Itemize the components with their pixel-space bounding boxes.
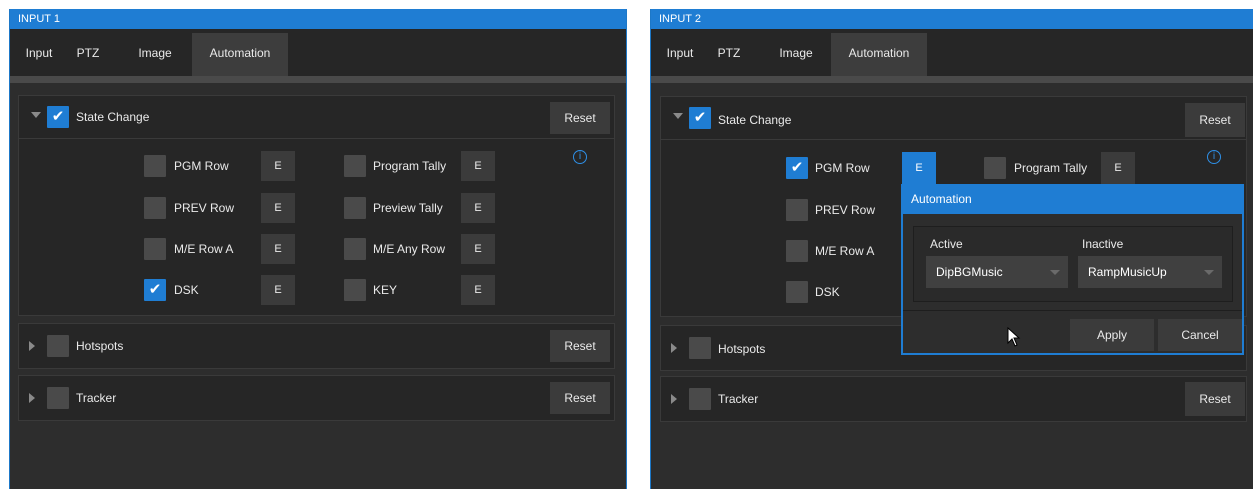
tab-image[interactable]: Image xyxy=(767,33,825,76)
program-tally-edit-button[interactable]: E xyxy=(461,151,495,181)
mouse-cursor-icon xyxy=(1007,327,1021,347)
tab-input[interactable]: Input xyxy=(657,33,703,76)
tab-automation[interactable]: Automation xyxy=(831,33,927,76)
tracker-checkbox[interactable] xyxy=(689,388,711,410)
apply-button[interactable]: Apply xyxy=(1070,319,1154,351)
program-tally-label: Program Tally xyxy=(373,159,447,173)
tab-input[interactable]: Input xyxy=(16,33,62,76)
tracker-section[interactable]: Tracker Reset xyxy=(660,376,1247,422)
inactive-select[interactable]: RampMusicUp xyxy=(1078,256,1222,288)
tab-bar: Input PTZ Image Automation xyxy=(10,29,626,83)
panel-title: INPUT 1 xyxy=(10,9,626,29)
program-tally-checkbox[interactable] xyxy=(984,157,1006,179)
me-any-row-label: M/E Any Row xyxy=(373,242,446,256)
expand-arrow-icon[interactable] xyxy=(671,394,677,404)
preview-tally-edit-button[interactable]: E xyxy=(461,193,495,223)
state-change-checkbox[interactable] xyxy=(689,107,711,129)
pgm-row-edit-button[interactable]: E xyxy=(261,151,295,181)
dsk-checkbox[interactable] xyxy=(786,281,808,303)
me-row-a-label: M/E Row A xyxy=(815,244,875,258)
me-any-row-checkbox[interactable] xyxy=(344,238,366,260)
reset-button[interactable]: Reset xyxy=(1185,382,1245,416)
state-change-body: i PGM Row E Program Tally E PREV Row E P… xyxy=(19,138,614,315)
reset-button[interactable]: Reset xyxy=(1185,103,1245,137)
expand-arrow-icon[interactable] xyxy=(29,393,35,403)
divider xyxy=(903,310,1242,311)
active-label: Active xyxy=(930,237,963,251)
hotspots-checkbox[interactable] xyxy=(689,337,711,359)
reset-button[interactable]: Reset xyxy=(550,330,610,362)
automation-fields: Active Inactive DipBGMusic RampMusicUp xyxy=(913,226,1233,302)
program-tally-checkbox[interactable] xyxy=(344,155,366,177)
active-select[interactable]: DipBGMusic xyxy=(926,256,1068,288)
tracker-label: Tracker xyxy=(718,392,759,406)
section-label: State Change xyxy=(76,110,150,124)
collapse-arrow-icon[interactable] xyxy=(31,112,41,118)
dsk-label: DSK xyxy=(174,283,199,297)
tracker-checkbox[interactable] xyxy=(47,387,69,409)
dsk-checkbox[interactable] xyxy=(144,279,166,301)
expand-arrow-icon[interactable] xyxy=(671,343,677,353)
hotspots-label: Hotspots xyxy=(76,339,124,353)
cancel-button[interactable]: Cancel xyxy=(1158,319,1242,351)
tracker-section[interactable]: Tracker Reset xyxy=(18,375,615,421)
collapse-arrow-icon[interactable] xyxy=(673,113,683,119)
section-header[interactable]: State Change Reset xyxy=(19,96,614,138)
key-edit-button[interactable]: E xyxy=(461,275,495,305)
hotspots-checkbox[interactable] xyxy=(47,335,69,357)
tab-ptz[interactable]: PTZ xyxy=(68,33,108,76)
tab-ptz[interactable]: PTZ xyxy=(709,33,749,76)
key-checkbox[interactable] xyxy=(344,279,366,301)
pgm-row-checkbox[interactable] xyxy=(786,157,808,179)
preview-tally-checkbox[interactable] xyxy=(344,197,366,219)
me-row-a-checkbox[interactable] xyxy=(144,238,166,260)
inactive-label: Inactive xyxy=(1082,237,1124,251)
state-change-section: State Change Reset i PGM Row E Program T… xyxy=(18,95,615,316)
pgm-row-edit-button[interactable]: E xyxy=(902,152,936,184)
me-row-a-checkbox[interactable] xyxy=(786,240,808,262)
prev-row-label: PREV Row xyxy=(174,201,235,215)
prev-row-edit-button[interactable]: E xyxy=(261,193,295,223)
me-row-a-label: M/E Row A xyxy=(174,242,234,256)
prev-row-checkbox[interactable] xyxy=(786,199,808,221)
me-row-a-edit-button[interactable]: E xyxy=(261,234,295,264)
dsk-label: DSK xyxy=(815,285,840,299)
preview-tally-label: Preview Tally xyxy=(373,201,443,215)
key-label: KEY xyxy=(373,283,398,297)
info-icon[interactable]: i xyxy=(1207,150,1221,164)
popup-title: Automation xyxy=(903,186,1242,214)
automation-popup: Automation Active Inactive DipBGMusic Ra… xyxy=(901,184,1244,355)
state-change-checkbox[interactable] xyxy=(47,106,69,128)
active-select-value: DipBGMusic xyxy=(936,265,1003,279)
section-header[interactable]: State Change Reset xyxy=(661,97,1246,139)
prev-row-label: PREV Row xyxy=(815,203,876,217)
tab-automation[interactable]: Automation xyxy=(192,33,288,76)
section-label: State Change xyxy=(718,113,792,127)
tab-image[interactable]: Image xyxy=(126,33,184,76)
pgm-row-label: PGM Row xyxy=(174,159,229,173)
chevron-down-icon xyxy=(1204,270,1214,275)
info-icon[interactable]: i xyxy=(573,150,587,164)
prev-row-checkbox[interactable] xyxy=(144,197,166,219)
chevron-down-icon xyxy=(1050,270,1060,275)
reset-button[interactable]: Reset xyxy=(550,102,610,134)
hotspots-label: Hotspots xyxy=(718,342,766,356)
reset-button[interactable]: Reset xyxy=(550,382,610,414)
pgm-row-checkbox[interactable] xyxy=(144,155,166,177)
panel-title: INPUT 2 xyxy=(651,9,1253,29)
inactive-select-value: RampMusicUp xyxy=(1088,265,1167,279)
tracker-label: Tracker xyxy=(76,391,117,405)
dsk-edit-button[interactable]: E xyxy=(261,275,295,305)
expand-arrow-icon[interactable] xyxy=(29,341,35,351)
pgm-row-label: PGM Row xyxy=(815,161,870,175)
program-tally-edit-button[interactable]: E xyxy=(1101,152,1135,184)
hotspots-section[interactable]: Hotspots Reset xyxy=(18,323,615,369)
tab-bar: Input PTZ Image Automation xyxy=(651,29,1253,83)
program-tally-label: Program Tally xyxy=(1014,161,1088,175)
me-any-row-edit-button[interactable]: E xyxy=(461,234,495,264)
